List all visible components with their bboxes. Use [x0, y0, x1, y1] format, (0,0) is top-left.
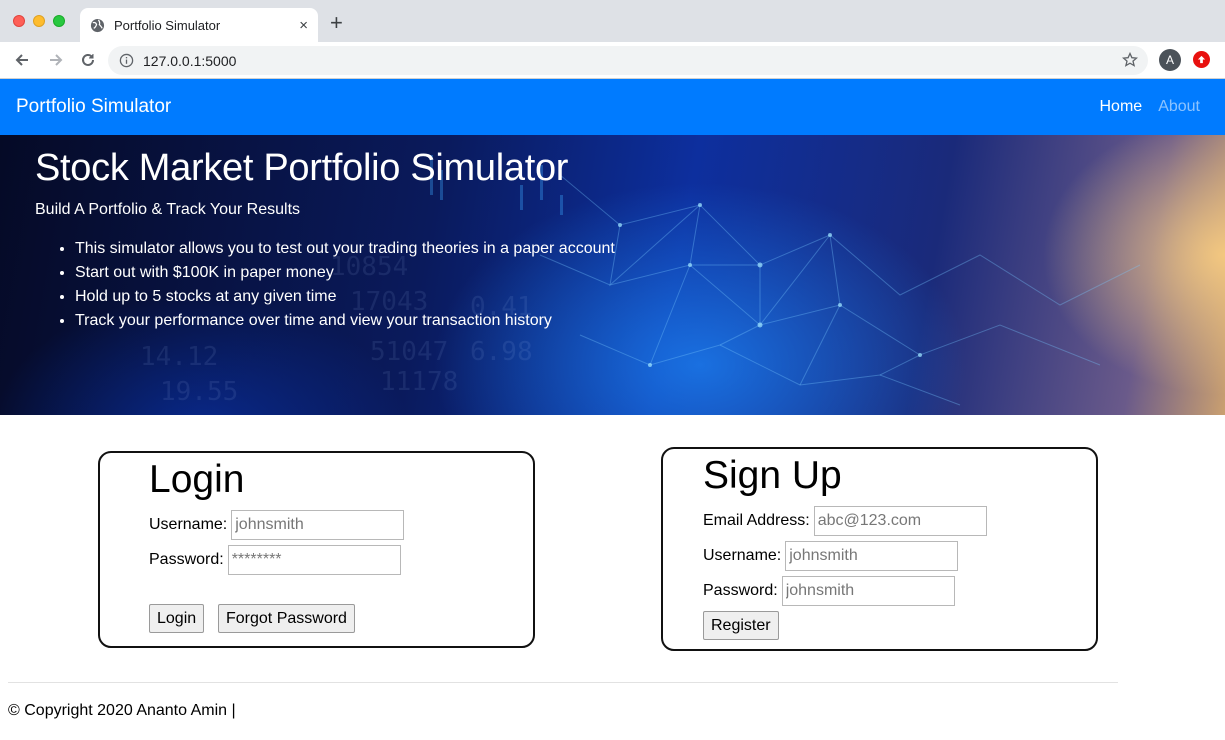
reload-icon: [82, 53, 94, 66]
back-button[interactable]: [12, 50, 32, 70]
hero-subtitle: Build A Portfolio & Track Your Results: [35, 201, 301, 218]
hero-content: Stock Market Portfolio Simulator Build A…: [35, 147, 615, 333]
signup-password-label: Password:: [703, 582, 778, 599]
window-controls: [13, 15, 65, 27]
minimize-window-button[interactable]: [33, 15, 45, 27]
feature-item: Track your performance over time and vie…: [75, 309, 615, 333]
info-icon[interactable]: [119, 53, 134, 68]
footer-copyright: © Copyright 2020 Ananto Amin |: [8, 702, 236, 719]
address-bar[interactable]: 127.0.0.1:5000: [108, 46, 1148, 75]
svg-text:14.12: 14.12: [140, 342, 218, 372]
feature-list: This simulator allows you to test out yo…: [35, 237, 615, 333]
arrow-right-icon: [50, 54, 63, 66]
signup-card: Sign Up Email Address: Username: Passwor…: [661, 447, 1098, 651]
zoom-window-button[interactable]: [53, 15, 65, 27]
login-password-input[interactable]: [227, 545, 401, 575]
login-username-input[interactable]: [231, 510, 405, 540]
login-card: Login Username: Password: Login Forgot P…: [98, 451, 535, 648]
login-username-row: Username:: [149, 510, 405, 540]
feature-item: Start out with $100K in paper money: [75, 261, 615, 285]
signup-title: Sign Up: [703, 454, 842, 497]
bookmark-star-icon[interactable]: [1122, 52, 1138, 68]
login-username-label: Username:: [149, 516, 228, 533]
site-navbar: Portfolio Simulator Home About: [0, 79, 1225, 135]
new-tab-button[interactable]: +: [330, 12, 343, 34]
forward-button[interactable]: [46, 50, 66, 70]
feature-item: Hold up to 5 stocks at any given time: [75, 285, 615, 309]
feature-item: This simulator allows you to test out yo…: [75, 237, 615, 261]
navbar-brand[interactable]: Portfolio Simulator: [16, 96, 171, 118]
login-password-row: Password:: [149, 545, 401, 575]
navbar-links: Home About: [1100, 98, 1210, 116]
close-window-button[interactable]: [13, 15, 25, 27]
arrow-left-icon: [15, 54, 28, 66]
nav-link-home[interactable]: Home: [1100, 98, 1143, 116]
tab-close-icon[interactable]: ×: [299, 18, 308, 33]
signup-email-row: Email Address:: [703, 506, 987, 536]
hero-banner: 10854 17043 51047 11178 14.12 19.55 0.41…: [0, 135, 1225, 415]
nav-link-about[interactable]: About: [1158, 98, 1200, 116]
signup-password-input[interactable]: [781, 576, 955, 606]
register-button[interactable]: Register: [703, 611, 779, 640]
browser-toolbar: 127.0.0.1:5000 A: [0, 42, 1225, 79]
reload-button[interactable]: [78, 50, 98, 70]
signup-password-row: Password:: [703, 576, 955, 606]
url-text[interactable]: 127.0.0.1:5000: [143, 53, 236, 69]
svg-text:11178: 11178: [380, 367, 458, 397]
svg-text:51047: 51047: [370, 337, 448, 367]
profile-avatar[interactable]: A: [1159, 49, 1181, 71]
signup-email-input[interactable]: [813, 506, 987, 536]
forgot-password-button[interactable]: Forgot Password: [218, 604, 355, 633]
signup-username-input[interactable]: [785, 541, 959, 571]
browser-tab-bar: Portfolio Simulator × +: [0, 0, 1225, 42]
globe-icon: [90, 18, 105, 32]
login-title: Login: [149, 458, 245, 501]
login-button[interactable]: Login: [149, 604, 205, 633]
browser-tab[interactable]: Portfolio Simulator ×: [80, 8, 318, 42]
signup-username-label: Username:: [703, 547, 782, 564]
footer-divider: [8, 682, 1118, 683]
extension-icon[interactable]: [1193, 51, 1210, 68]
svg-text:19.55: 19.55: [160, 377, 238, 407]
login-password-label: Password:: [149, 551, 224, 568]
signup-username-row: Username:: [703, 541, 959, 571]
hero-title: Stock Market Portfolio Simulator: [35, 147, 569, 189]
svg-text:6.98: 6.98: [470, 337, 533, 367]
signup-email-label: Email Address:: [703, 512, 810, 529]
upload-arrow-icon: [1197, 55, 1206, 64]
tab-title: Portfolio Simulator: [114, 17, 221, 33]
